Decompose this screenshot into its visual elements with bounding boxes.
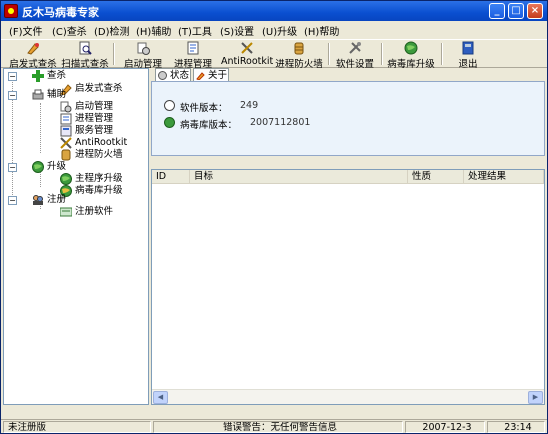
column-header-nature[interactable]: 性质 [408, 170, 464, 184]
expander-kill[interactable]: − [8, 72, 17, 81]
tree-node-kill-label: 查杀 [47, 70, 67, 81]
app-logo-icon [4, 4, 18, 18]
tab-about-label: 关于 [208, 70, 228, 81]
menu-scan[interactable]: (C)查杀 [52, 23, 87, 38]
app-window: 反木马病毒专家 _ □ × (F)文件 (C)查杀 (D)检测 (H)辅助 (T… [0, 0, 548, 434]
toolbar-separator [441, 43, 443, 65]
results-list[interactable]: ID 目标 性质 处理结果 ◀ ▶ [151, 169, 545, 405]
window-title: 反木马病毒专家 [22, 6, 99, 19]
scroll-left-icon[interactable]: ◀ [153, 391, 168, 404]
exit-button[interactable]: 退出 [453, 40, 483, 70]
toolbar: 启发式查杀 扫描式查杀 启动管理 进程管理 AntiRootkit 进程防火墙 … [1, 39, 547, 70]
globe-icon [164, 117, 175, 128]
settings-icon [348, 41, 362, 55]
menu-bar: (F)文件 (C)查杀 (D)检测 (H)辅助 (T)工具 (S)设置 (U)升… [1, 21, 547, 39]
printer-icon [32, 89, 44, 101]
virus-db-upgrade-button[interactable]: 病毒库升级 [387, 40, 435, 70]
process-manager-button[interactable]: 进程管理 [171, 40, 215, 70]
menu-help[interactable]: (H)帮助 [304, 23, 339, 38]
info-icon [164, 100, 175, 111]
startup-icon [136, 41, 150, 55]
navigation-tree: − 查杀 启发式查杀 − 辅助 启动管理 进程管理 服务管理 AntiRootk… [3, 68, 149, 405]
process-icon [186, 41, 200, 55]
tree-node-heuristic-scan-label: 启发式查杀 [75, 83, 123, 94]
tree-connector [40, 103, 41, 153]
software-version-value: 249 [240, 100, 259, 111]
users-icon [32, 194, 44, 206]
scan-doc-icon [78, 41, 92, 55]
antirootkit-button[interactable]: AntiRootkit [221, 40, 273, 68]
tree-node-register-software-label: 注册软件 [75, 206, 114, 217]
globe-icon [60, 173, 72, 185]
tab-status[interactable]: 状态 [155, 68, 191, 82]
process-firewall-button[interactable]: 进程防火墙 [275, 40, 323, 70]
column-header-result[interactable]: 处理结果 [464, 170, 544, 184]
tools-icon [240, 41, 254, 55]
horizontal-scrollbar[interactable]: ◀ ▶ [152, 389, 544, 404]
registration-status: 未注册版 [3, 421, 151, 433]
tree-node-register-label: 注册 [47, 194, 67, 205]
status-bar: 未注册版 错误警告：无任何警告信息 2007-12-3 23:14 [1, 419, 547, 433]
menu-upgrade[interactable]: (U)升级 [262, 23, 297, 38]
firewall-icon [292, 41, 306, 55]
time-status: 23:14 [487, 421, 545, 433]
expander-aux[interactable]: − [8, 91, 17, 100]
status-icon [158, 71, 167, 80]
expander-upgrade[interactable]: − [8, 163, 17, 172]
date-status: 2007-12-3 [405, 421, 485, 433]
close-button[interactable]: × [527, 3, 543, 19]
menu-detect[interactable]: (D)检测 [94, 23, 130, 38]
plus-cross-icon [32, 70, 44, 82]
column-header-id[interactable]: ID [152, 170, 190, 184]
pencil-icon [196, 71, 205, 81]
globe-icon [32, 161, 44, 173]
tab-about[interactable]: 关于 [193, 68, 229, 82]
maximize-button[interactable]: □ [508, 3, 524, 19]
signature-scan-button[interactable]: 扫描式查杀 [61, 40, 109, 70]
tree-node-upgrade-label: 升级 [47, 161, 67, 172]
tree-node-process-label: 进程管理 [75, 113, 114, 124]
tree-node-aux-label: 辅助 [47, 89, 67, 100]
startup-icon [60, 101, 72, 113]
firewall-icon [60, 149, 72, 161]
heuristic-scan-button[interactable]: 启发式查杀 [7, 40, 59, 70]
software-settings-button[interactable]: 软件设置 [335, 40, 375, 70]
tree-node-db-upgrade-label: 病毒库升级 [75, 185, 123, 196]
minimize-button[interactable]: _ [489, 3, 505, 19]
tools-icon [60, 137, 72, 149]
globe-icon [404, 41, 418, 55]
expander-register[interactable]: − [8, 196, 17, 205]
tree-node-main-upgrade-label: 主程序升级 [75, 173, 123, 184]
list-header: ID 目标 性质 处理结果 [152, 170, 544, 184]
virus-db-version-label: 病毒库版本： [180, 120, 238, 131]
status-info-panel: 软件版本： 249 病毒库版本： 2007112801 [151, 81, 545, 156]
tab-strip: 状态 关于 [151, 68, 547, 82]
toolbar-separator [113, 43, 115, 65]
software-version-label: 软件版本： [180, 103, 228, 114]
toolbar-separator [328, 43, 330, 65]
menu-tools[interactable]: (T)工具 [178, 23, 212, 38]
title-bar[interactable]: 反木马病毒专家 _ □ × [1, 1, 547, 21]
tree-node-service-label: 服务管理 [75, 125, 114, 136]
register-card-icon [59, 206, 73, 218]
menu-aux[interactable]: (H)辅助 [136, 23, 171, 38]
column-header-target[interactable]: 目标 [190, 170, 408, 184]
tree-node-antirootkit-label: AntiRootkit [75, 137, 128, 148]
tree-node-startup-label: 启动管理 [75, 101, 114, 112]
startup-manager-button[interactable]: 启动管理 [121, 40, 165, 70]
process-icon [60, 113, 72, 125]
pen-scan-icon [26, 41, 40, 55]
antirootkit-label: AntiRootkit [221, 56, 274, 67]
tree-node-firewall-label: 进程防火墙 [75, 149, 123, 160]
exit-icon [461, 41, 475, 55]
menu-settings[interactable]: (S)设置 [220, 23, 254, 38]
toolbar-separator [381, 43, 383, 65]
scroll-right-icon[interactable]: ▶ [528, 391, 543, 404]
virus-db-version-value: 2007112801 [250, 117, 311, 128]
service-icon [60, 125, 72, 137]
tab-status-label: 状态 [170, 70, 190, 81]
menu-file[interactable]: (F)文件 [9, 23, 43, 38]
warning-status: 错误警告：无任何警告信息 [153, 421, 403, 433]
